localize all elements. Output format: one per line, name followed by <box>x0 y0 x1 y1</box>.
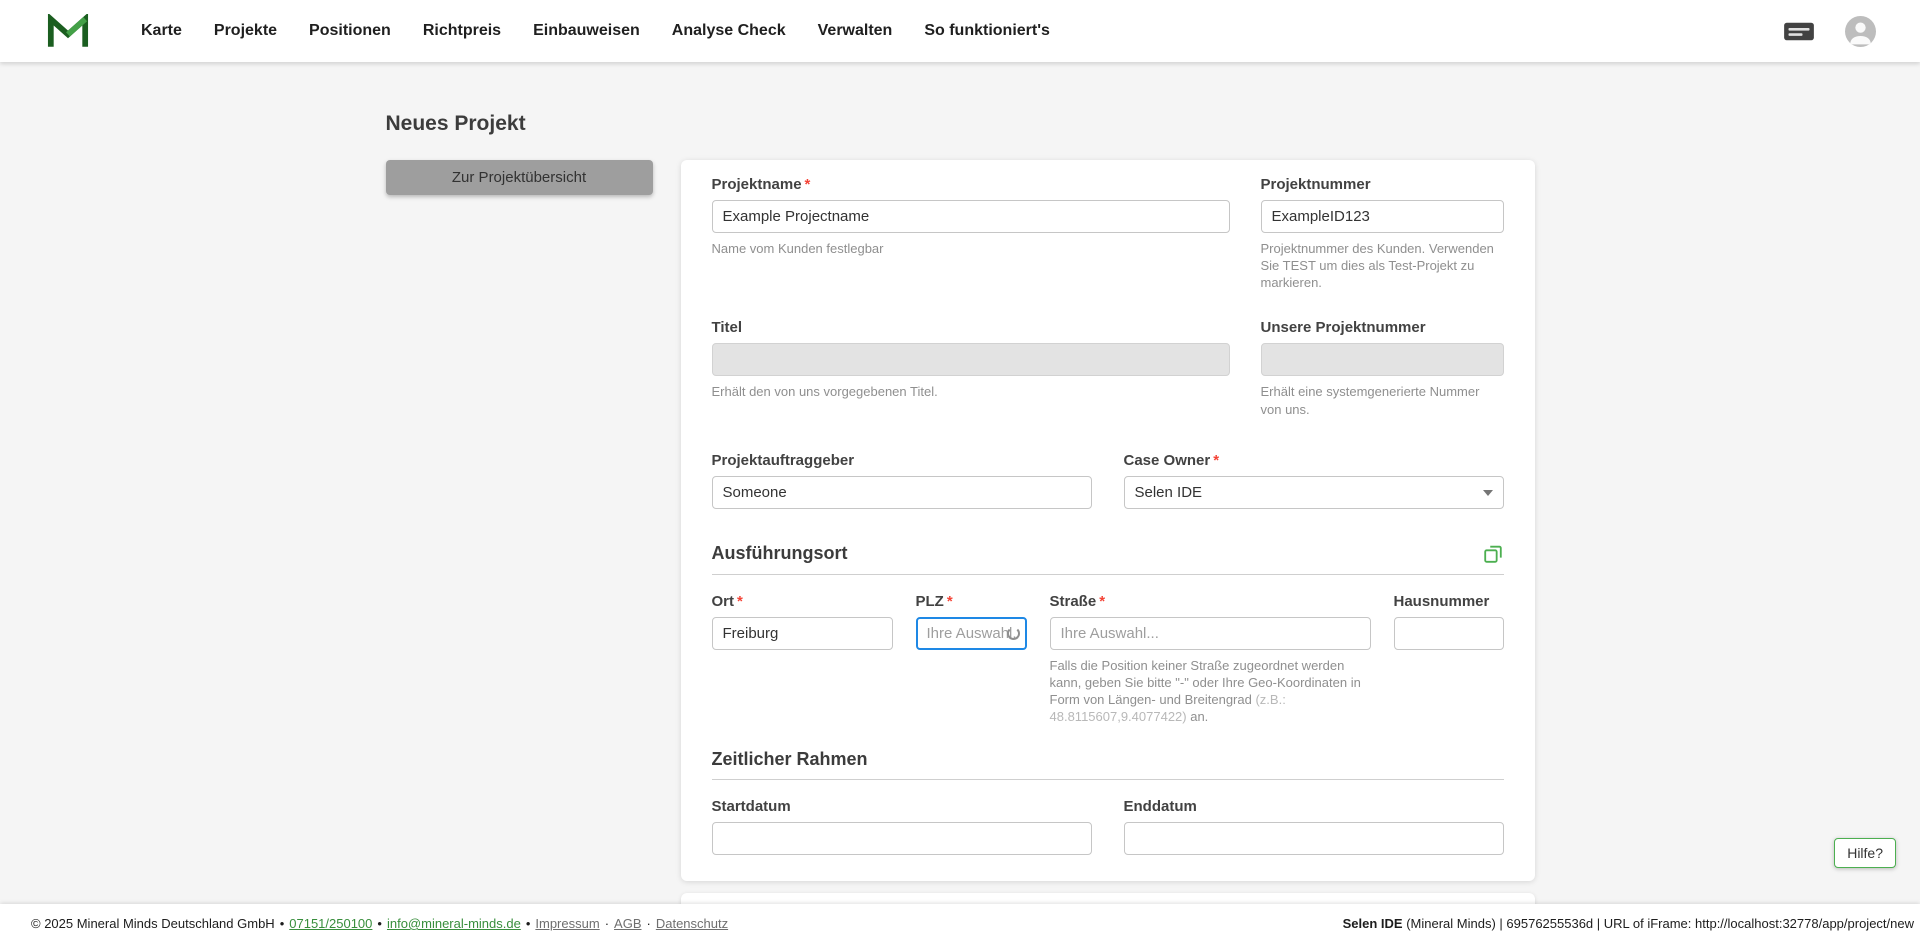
case-owner-label: Case Owner * <box>1123 451 1220 469</box>
titel-input <box>711 343 1230 377</box>
plz-label: PLZ * <box>915 592 953 610</box>
startdatum-field: Startdatum <box>711 798 1092 856</box>
page-title: Neues Projekt <box>385 112 526 135</box>
separator: · <box>646 916 651 931</box>
projektname-helper: Name vom Kunden festlegbar <box>711 241 884 256</box>
separator: • <box>525 916 531 931</box>
unsere-projektnummer-helper: Erhält eine systemgenerierte Nummer von … <box>1260 384 1480 417</box>
impressum-link[interactable]: Impressum <box>535 916 599 931</box>
keyboard-icon[interactable] <box>1783 21 1815 42</box>
unsere-projektnummer-label: Unsere Projektnummer <box>1260 319 1426 337</box>
separator: · <box>604 916 610 931</box>
plz-field: PLZ * <box>915 592 1027 726</box>
nav-item-so-funktionierts[interactable]: So funktioniert's <box>924 22 1050 40</box>
hausnummer-field: Hausnummer <box>1393 592 1504 726</box>
enddatum-label: Enddatum <box>1123 798 1197 816</box>
footer-right: Selen IDE (Mineral Minds) | 69576255536d… <box>1343 916 1914 931</box>
left-column: Zur Projektübersicht <box>385 160 653 195</box>
required-marker: * <box>804 176 811 193</box>
ort-field: Ort * <box>711 592 893 726</box>
enddatum-field: Enddatum <box>1123 798 1504 856</box>
case-owner-selected-value: Selen IDE <box>1134 483 1203 501</box>
case-owner-field: Case Owner * Selen IDE <box>1123 451 1504 509</box>
caret-down-icon <box>1482 489 1493 496</box>
required-marker: * <box>1213 451 1220 469</box>
loading-spinner <box>1006 626 1020 640</box>
nav-item-verwalten[interactable]: Verwalten <box>818 22 893 40</box>
copy-icon[interactable] <box>1482 543 1504 565</box>
mineral-minds-logo[interactable] <box>47 12 89 49</box>
section-ausfuehrungsort-header: Ausführungsort <box>711 543 1504 575</box>
nav-item-karte[interactable]: Karte <box>141 22 182 40</box>
projektauftraggeber-field: Projektauftraggeber <box>711 451 1092 509</box>
email-link[interactable]: info@mineral-minds.de <box>387 916 521 931</box>
separator: • <box>377 916 382 931</box>
unsere-projektnummer-field: Unsere Projektnummer Erhält eine systemg… <box>1260 319 1504 417</box>
hausnummer-input[interactable] <box>1393 616 1504 650</box>
startdatum-input[interactable] <box>711 822 1092 856</box>
required-marker: * <box>737 592 743 610</box>
footer: © 2025 Mineral Minds Deutschland GmbH • 07… <box>0 904 1920 943</box>
projektauftraggeber-label: Projektauftraggeber <box>711 451 855 469</box>
ort-input[interactable] <box>711 616 893 650</box>
strasse-helper: Falls die Position keiner Straße zugeord… <box>1049 657 1361 725</box>
session-info: (Mineral Minds) | 69576255536d | URL of … <box>1402 916 1914 931</box>
agb-link[interactable]: AGB <box>614 916 641 931</box>
hausnummer-label: Hausnummer <box>1393 592 1490 610</box>
main-content: Neues Projekt Zur Projektübersicht Proje… <box>385 62 1535 924</box>
projektnummer-input[interactable] <box>1260 200 1504 233</box>
section-ausfuehrungsort-title: Ausführungsort <box>711 543 848 564</box>
titel-field: Titel Erhält den von uns vorgegebenen Ti… <box>711 319 1230 417</box>
new-project-form-card: Projektname* Name vom Kunden festlegbar … <box>680 160 1535 882</box>
nav-item-positionen[interactable]: Positionen <box>309 22 391 40</box>
separator: • <box>279 916 285 931</box>
help-button[interactable]: Hilfe? <box>1834 838 1896 868</box>
projektname-label: Projektname * <box>711 176 811 193</box>
projektauftraggeber-input[interactable] <box>711 475 1092 509</box>
projektnummer-label: Projektnummer <box>1260 176 1371 193</box>
projektname-input[interactable] <box>711 200 1230 233</box>
phone-link[interactable]: 07151/250100 <box>289 916 372 931</box>
section-zeitlicher-rahmen-header: Zeitlicher Rahmen <box>711 749 1504 781</box>
nav-item-einbauweisen[interactable]: Einbauweisen <box>533 22 640 40</box>
projektnummer-field: Projektnummer Projektnummer des Kunden. … <box>1260 176 1504 291</box>
case-owner-select[interactable]: Selen IDE <box>1123 475 1504 509</box>
strasse-input[interactable] <box>1049 616 1371 650</box>
nav-item-projekte[interactable]: Projekte <box>214 22 277 40</box>
titel-label: Titel <box>711 319 743 337</box>
footer-left: © 2025 Mineral Minds Deutschland GmbH • 07… <box>31 916 728 931</box>
nav-item-analyse-check[interactable]: Analyse Check <box>672 22 786 40</box>
user-avatar-icon[interactable] <box>1845 15 1876 47</box>
nav-item-richtpreis[interactable]: Richtpreis <box>423 22 501 40</box>
required-marker: * <box>946 592 953 610</box>
top-navigation: Karte Projekte Positionen Richtpreis Ein… <box>0 0 1920 62</box>
titel-helper: Erhält den von uns vorgegebenen Titel. <box>711 384 938 400</box>
ort-label: Ort * <box>711 592 743 610</box>
required-marker: * <box>1099 592 1106 610</box>
unsere-projektnummer-input <box>1260 343 1504 377</box>
back-to-project-overview-button[interactable]: Zur Projektübersicht <box>385 160 653 195</box>
session-user: Selen IDE <box>1342 916 1403 931</box>
projektnummer-helper: Projektnummer des Kunden. Verwenden Sie … <box>1260 241 1494 291</box>
projektname-field: Projektname* Name vom Kunden festlegbar <box>711 176 1230 291</box>
section-zeitlicher-rahmen-title: Zeitlicher Rahmen <box>711 749 868 770</box>
main-menu: Karte Projekte Positionen Richtpreis Ein… <box>141 22 1050 40</box>
datenschutz-link[interactable]: Datenschutz <box>656 916 728 931</box>
nav-right-actions <box>1783 15 1876 47</box>
strasse-field: Straße* Falls die Position keiner Straße… <box>1049 592 1371 726</box>
startdatum-label: Startdatum <box>711 798 791 816</box>
copyright-text: © 2025 Mineral Minds Deutschland GmbH <box>31 916 275 931</box>
enddatum-input[interactable] <box>1123 822 1504 856</box>
strasse-label: Straße * <box>1049 592 1106 610</box>
